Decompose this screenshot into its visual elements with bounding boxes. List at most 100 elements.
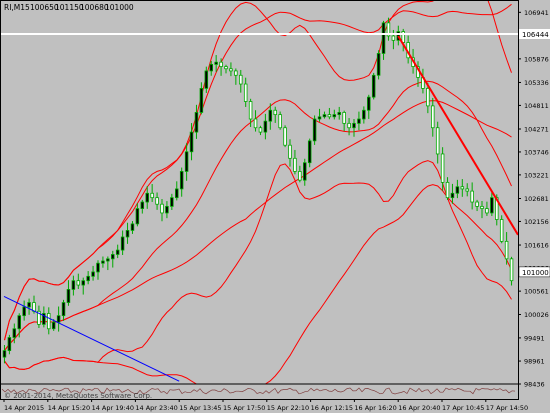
candle-body xyxy=(509,258,514,282)
x-axis-tick-label: 15 Apr 13:45 xyxy=(179,404,221,412)
candle-body xyxy=(86,275,90,282)
candle-body xyxy=(165,205,169,214)
candle-body xyxy=(106,258,110,262)
candle-body xyxy=(298,171,302,181)
candle-body xyxy=(440,153,445,183)
candle-body xyxy=(268,109,273,122)
candle-body xyxy=(175,188,179,199)
candle-body xyxy=(357,118,361,124)
candle-body xyxy=(490,197,494,214)
candle-body xyxy=(17,315,21,330)
y-axis-tick-label: 103746 xyxy=(524,148,549,156)
candle-body xyxy=(71,280,76,290)
candle-body xyxy=(66,289,71,303)
candle-body xyxy=(504,240,509,260)
candle-body xyxy=(371,74,376,98)
candle-body xyxy=(499,219,504,242)
y-axis-tick-label: 98436 xyxy=(524,381,545,389)
candle-body xyxy=(184,151,189,172)
candle-body xyxy=(278,114,282,129)
x-axis-tick-label: 16 Apr 16:20 xyxy=(354,404,396,412)
candle-body xyxy=(293,157,297,172)
y-axis-tick-label: 106941 xyxy=(524,9,549,17)
candle-body xyxy=(199,88,204,113)
candle-body xyxy=(189,131,194,153)
x-axis-tick-label: 17 Apr 10:45 xyxy=(442,404,484,412)
x-axis-tick-label: 16 Apr 12:15 xyxy=(311,404,353,412)
last-price-text: 101000 xyxy=(522,269,549,277)
candle-body xyxy=(470,190,474,203)
x-axis-tick-label: 15 Apr 22:10 xyxy=(267,404,309,412)
candle-body xyxy=(347,122,351,129)
candle-body xyxy=(263,120,268,133)
x-axis-tick-label: 14 Apr 19:40 xyxy=(92,404,134,412)
y-axis-tick-label: 103221 xyxy=(524,171,549,179)
copyright-watermark: © 2001-2014, MetaQuotes Software Corp. xyxy=(4,392,152,400)
candle-body xyxy=(376,53,381,76)
candle-body xyxy=(229,68,233,72)
candle-body xyxy=(135,208,140,225)
candle-body xyxy=(204,70,209,89)
candle-body xyxy=(2,350,7,358)
chart-header-symbol: RI,M15 xyxy=(4,3,30,12)
candle-body xyxy=(253,118,258,129)
y-axis-tick-label: 100561 xyxy=(524,288,549,296)
candle-body xyxy=(426,88,430,107)
y-axis-tick-label: 104271 xyxy=(524,126,549,134)
x-axis-tick-label: 14 Apr 2015 xyxy=(4,404,44,412)
candle-body xyxy=(362,109,366,120)
candle-body xyxy=(224,66,228,70)
candle-body xyxy=(312,118,317,142)
candle-body xyxy=(435,127,440,155)
candle-body xyxy=(327,114,332,118)
y-axis-tick-label: 105876 xyxy=(524,55,549,63)
last-price-badge: 101000 xyxy=(518,266,550,278)
candle-body xyxy=(480,205,484,209)
candle-body xyxy=(248,101,253,120)
chart-canvas[interactable]: 1069411064061058761053361048111042711037… xyxy=(0,0,550,413)
candle-body xyxy=(273,109,277,116)
candle-body xyxy=(337,112,341,116)
candle-body xyxy=(140,201,145,209)
candle-body xyxy=(317,116,322,120)
candle-body xyxy=(450,192,455,199)
candle-body xyxy=(485,208,489,214)
y-axis-tick-label: 101616 xyxy=(524,242,549,250)
candle-body xyxy=(460,186,465,190)
candle-body xyxy=(475,201,479,207)
candle-body xyxy=(342,112,346,124)
x-axis-tick-label: 16 Apr 20:40 xyxy=(398,404,440,412)
chart-background xyxy=(0,0,550,413)
candle-body xyxy=(22,306,26,317)
candle-body xyxy=(307,140,312,164)
candle-body xyxy=(130,223,135,231)
y-axis-tick-label: 102681 xyxy=(524,195,549,203)
candle-body xyxy=(51,321,56,330)
candle-body xyxy=(381,22,386,54)
y-axis-tick-label: 99491 xyxy=(524,334,545,342)
candle-body xyxy=(81,280,85,286)
chart-header-close: 101000 xyxy=(105,3,134,12)
x-axis-tick-label: 15 Apr 17:50 xyxy=(223,404,265,412)
candle-body xyxy=(303,162,307,181)
candle-body xyxy=(332,114,337,118)
candle-body xyxy=(465,188,469,192)
candle-body xyxy=(431,105,435,129)
candle-body xyxy=(91,271,95,277)
candle-body xyxy=(125,230,130,238)
candle-body xyxy=(76,280,81,286)
candle-body xyxy=(145,192,149,203)
y-axis-tick-label: 105336 xyxy=(524,79,549,87)
candle-body xyxy=(96,262,100,273)
candle-body xyxy=(12,328,17,338)
level-label-badge: 106444 xyxy=(519,29,550,39)
candle-body xyxy=(234,70,238,76)
x-axis-tick-label: 14 Apr 15:20 xyxy=(48,404,90,412)
candle-body xyxy=(283,127,287,146)
candle-body xyxy=(288,144,292,159)
candle-body xyxy=(150,192,154,199)
candle-body xyxy=(7,337,12,352)
candle-body xyxy=(27,302,31,308)
candle-body xyxy=(322,114,327,118)
candle-body xyxy=(115,249,120,255)
